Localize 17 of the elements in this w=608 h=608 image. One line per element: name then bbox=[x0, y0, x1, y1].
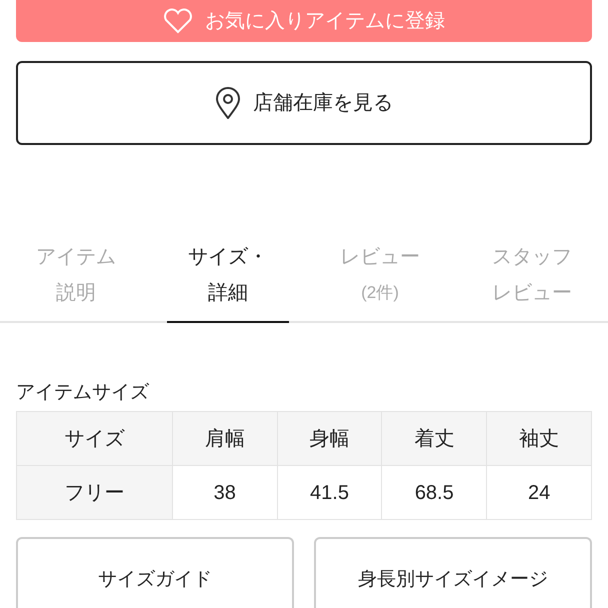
table-header-cell: 身幅 bbox=[277, 412, 382, 466]
link-button[interactable]: サイズガイド bbox=[16, 537, 294, 608]
store-stock-button[interactable]: 店舗在庫を見る bbox=[16, 61, 592, 145]
tab[interactable]: サイズ・ 詳細 bbox=[167, 229, 289, 323]
table-cell: フリー bbox=[16, 466, 172, 520]
table-cell: 41.5 bbox=[277, 466, 382, 520]
link-button[interactable]: 身長別サイズイメージ bbox=[314, 537, 592, 608]
table-header-cell: サイズ bbox=[16, 412, 172, 466]
table-header-cell: 袖丈 bbox=[486, 412, 592, 466]
heart-icon bbox=[163, 8, 193, 34]
section-title: アイテムサイズ bbox=[16, 381, 150, 405]
table-cell: 24 bbox=[486, 466, 592, 520]
table-cell: 38 bbox=[172, 466, 278, 520]
table-header-cell: 肩幅 bbox=[172, 412, 278, 466]
location-pin-icon bbox=[215, 87, 241, 119]
table-header-cell: 着丈 bbox=[382, 412, 487, 466]
table-cell: 68.5 bbox=[382, 466, 487, 520]
